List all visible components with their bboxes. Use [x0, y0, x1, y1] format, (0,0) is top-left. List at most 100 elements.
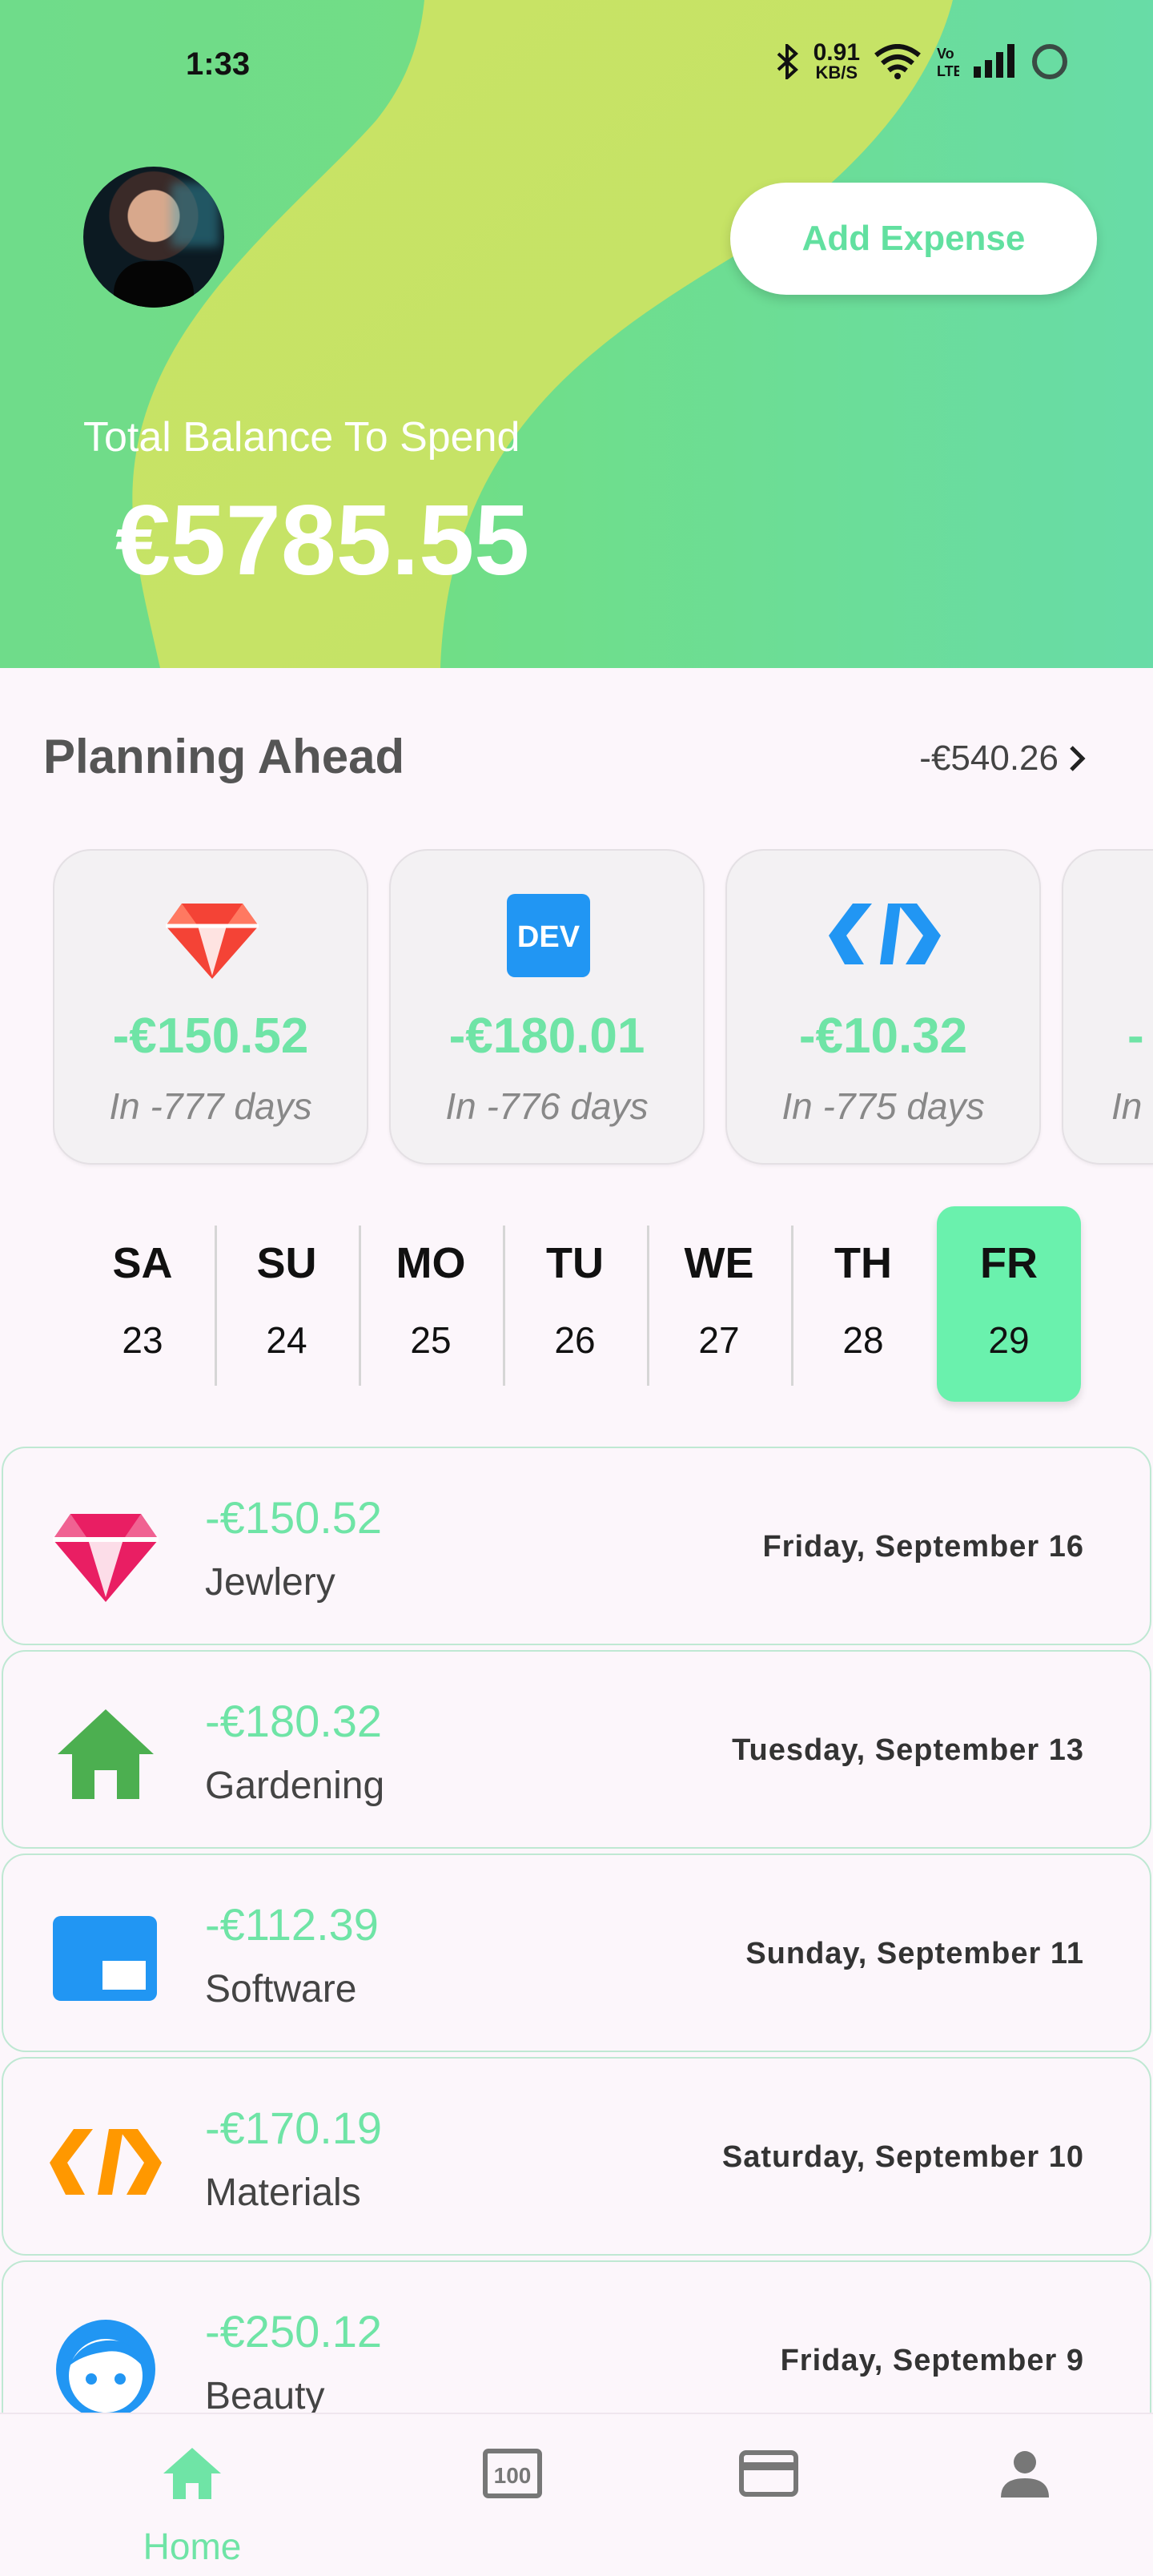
bottom-navigation: Home 100: [0, 2413, 1153, 2576]
chevron-right-icon: [1070, 746, 1086, 771]
planning-card-amount: -€180.01: [448, 1008, 645, 1064]
planning-total-link[interactable]: -€540.26: [919, 739, 1089, 779]
transaction-row[interactable]: -€150.52 Jewlery Friday, September 16: [2, 1447, 1151, 1645]
day-item-su[interactable]: SU 24: [215, 1206, 359, 1402]
day-number: 27: [698, 1319, 740, 1361]
day-name: FR: [980, 1239, 1038, 1287]
code-brackets-icon: [50, 2129, 162, 2195]
planning-card[interactable]: -€150.52 In -777 days: [53, 849, 368, 1165]
day-number: 23: [122, 1319, 163, 1361]
planning-card-amount: -€150.52: [112, 1008, 309, 1064]
net-speed: 0.91 KB/S: [813, 39, 860, 83]
transaction-row[interactable]: -€170.19 Materials Saturday, September 1…: [2, 2057, 1151, 2256]
day-number: 26: [554, 1319, 596, 1361]
net-speed-unit: KB/S: [815, 62, 858, 83]
transaction-category: Beauty: [205, 2375, 325, 2413]
transaction-amount: -€150.52: [205, 1492, 383, 1543]
face-icon: [56, 2320, 155, 2413]
day-selector[interactable]: SA 23 SU 24 MO 25 TU 26 WE 27 TH 28 FR 2…: [70, 1206, 1087, 1402]
diamond-icon: [53, 1514, 159, 1602]
transaction-list[interactable]: -€150.52 Jewlery Friday, September 16 -€…: [0, 1447, 1153, 2413]
planning-card[interactable]: DEV -€180.01 In -776 days: [389, 849, 705, 1165]
planning-card-days: In -776 days: [445, 1085, 649, 1127]
day-item-we[interactable]: WE 27: [647, 1206, 791, 1402]
nav-calendar[interactable]: 100: [432, 2414, 593, 2576]
day-number: 25: [410, 1319, 452, 1361]
window-icon: [53, 1916, 157, 2001]
transaction-amount: -€170.19: [205, 2103, 383, 2153]
volte-icon: Vo LTE: [937, 46, 959, 79]
planning-card[interactable]: -€10.32 In -775 days: [725, 849, 1041, 1165]
transaction-amount: -€112.39: [205, 1899, 379, 1950]
battery-ring-icon: [1032, 44, 1067, 79]
net-speed-value: 0.91: [813, 39, 860, 66]
status-bar: 1:33 0.91 KB/S Vo LTE: [0, 0, 1153, 131]
planning-ahead-title: Planning Ahead: [43, 730, 405, 783]
person-icon: [1001, 2451, 1049, 2498]
transaction-amount: -€180.32: [205, 1696, 383, 1746]
transaction-row[interactable]: -€112.39 Software Sunday, September 11: [2, 1854, 1151, 2052]
diamond-icon: [166, 904, 259, 979]
credit-card-icon: [739, 2450, 798, 2497]
transaction-amount: -€250.12: [205, 2306, 383, 2357]
planning-cards-carousel[interactable]: -€150.52 In -777 days DEV -€180.01 In -7…: [53, 849, 1153, 1169]
day-name: SA: [112, 1239, 173, 1287]
svg-text:LTE: LTE: [937, 63, 959, 79]
code-brackets-icon: [829, 904, 941, 964]
day-name: TU: [546, 1239, 604, 1287]
add-expense-button[interactable]: Add Expense: [730, 183, 1097, 295]
transaction-category: Software: [205, 1968, 357, 2010]
balance-value: €5785.55: [115, 485, 530, 596]
planning-card-days: In: [1111, 1085, 1143, 1127]
transaction-category: Gardening: [205, 1765, 385, 1807]
planning-card-amount: -€10.32: [798, 1008, 968, 1064]
day-number: 28: [842, 1319, 884, 1361]
transaction-row[interactable]: -€180.32 Gardening Tuesday, September 13: [2, 1650, 1151, 1849]
avatar-shirt: [114, 261, 194, 308]
transaction-date: Saturday, September 10: [721, 2140, 1084, 2174]
status-icons: 0.91 KB/S Vo LTE: [775, 39, 1070, 83]
transaction-category: Materials: [205, 2171, 361, 2214]
status-time: 1:33: [186, 46, 251, 82]
balance-label: Total Balance To Spend: [83, 414, 520, 461]
avatar[interactable]: [83, 167, 224, 308]
dev-logo-icon: DEV: [507, 894, 590, 977]
header-banner: 1:33 0.91 KB/S Vo LTE Add Expense Total …: [0, 0, 1153, 668]
nav-cards[interactable]: [689, 2414, 849, 2576]
day-item-mo[interactable]: MO 25: [359, 1206, 503, 1402]
calendar-100-icon: 100: [483, 2449, 542, 2498]
day-number: 29: [988, 1319, 1030, 1361]
svg-text:100: 100: [494, 2463, 532, 2488]
day-name: WE: [684, 1239, 754, 1287]
day-item-th[interactable]: TH 28: [791, 1206, 935, 1402]
day-name: MO: [396, 1239, 466, 1287]
nav-home[interactable]: Home: [112, 2414, 272, 2576]
planning-total-value: -€540.26: [919, 739, 1059, 778]
avatar-background-glow: [171, 183, 219, 247]
svg-text:DEV: DEV: [517, 920, 581, 954]
signal-icon: [974, 44, 1014, 78]
svg-text:Vo: Vo: [937, 46, 954, 62]
planning-card-days: In -777 days: [109, 1085, 312, 1127]
transaction-date: Friday, September 9: [780, 2344, 1084, 2377]
transaction-date: Tuesday, September 13: [732, 1733, 1084, 1767]
nav-profile[interactable]: [945, 2414, 1105, 2576]
transaction-date: Friday, September 16: [762, 1530, 1084, 1564]
bluetooth-icon: [777, 44, 798, 79]
planning-card-amount: -: [1127, 1008, 1144, 1064]
planning-card-days: In -775 days: [781, 1085, 985, 1127]
nav-home-label: Home: [143, 2526, 242, 2567]
day-item-tu[interactable]: TU 26: [503, 1206, 647, 1402]
day-item-sa[interactable]: SA 23: [70, 1206, 215, 1402]
wifi-icon: [874, 44, 921, 79]
transaction-date: Sunday, September 11: [745, 1937, 1084, 1970]
house-icon: [58, 1709, 154, 1799]
transaction-row[interactable]: -€250.12 Beauty Friday, September 9: [2, 2260, 1151, 2413]
day-item-fr-selected[interactable]: FR 29: [937, 1206, 1081, 1402]
day-name: TH: [834, 1239, 892, 1287]
planning-card[interactable]: - In: [1062, 849, 1153, 1165]
day-name: SU: [256, 1239, 317, 1287]
transaction-category: Jewlery: [205, 1561, 335, 1604]
home-icon: [163, 2448, 221, 2499]
day-number: 24: [266, 1319, 307, 1361]
